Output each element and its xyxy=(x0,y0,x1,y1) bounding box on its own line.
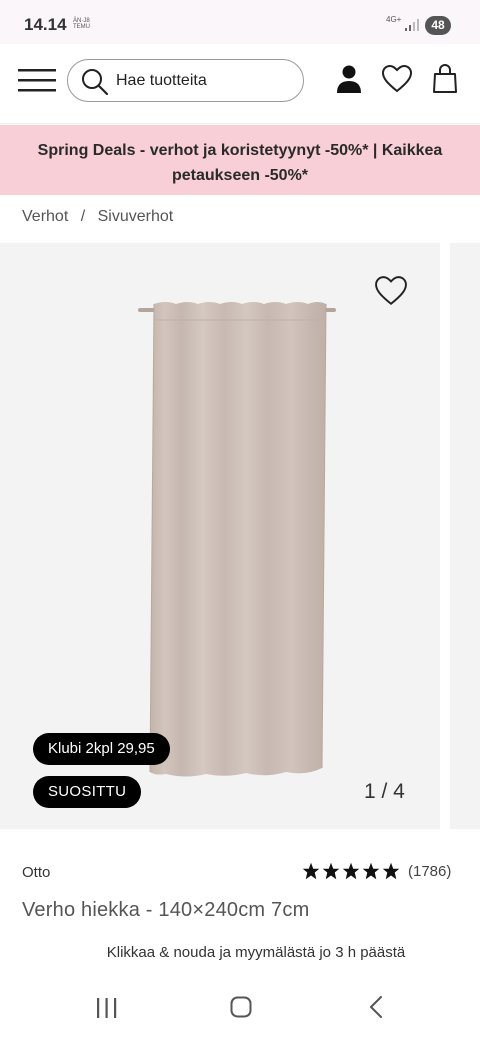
search-placeholder: Hae tuotteita xyxy=(116,72,207,89)
star-icon xyxy=(362,862,380,880)
next-image-peek[interactable] xyxy=(450,243,480,829)
promo-banner[interactable]: Spring Deals - verhot ja koristetyynyt -… xyxy=(0,125,480,195)
breadcrumb-item-sivuverhot[interactable]: Sivuverhot xyxy=(98,208,174,225)
rating-stars xyxy=(302,862,400,880)
signal-icon xyxy=(405,19,419,31)
popular-badge: SUOSITTU xyxy=(33,776,142,808)
breadcrumb: Verhot / Sivuverhot xyxy=(22,208,173,226)
pickup-info: Klikkaa & nouda ja myymälästä jo 3 h pää… xyxy=(106,944,406,961)
star-icon xyxy=(342,862,360,880)
back-icon[interactable] xyxy=(368,995,384,1019)
status-notification-icons: ÄN·J8 TEMU xyxy=(73,18,90,30)
status-bar: 14.14 ÄN·J8 TEMU 4G+ 48 xyxy=(0,0,480,44)
site-header: Hae tuotteita xyxy=(0,44,480,124)
home-icon[interactable] xyxy=(230,996,252,1018)
product-rating[interactable]: (1786) xyxy=(302,862,451,880)
network-type-label: 4G+ xyxy=(386,15,402,24)
battery-indicator: 48 xyxy=(425,16,451,35)
status-time: 14.14 xyxy=(24,15,67,34)
product-title: Verho hiekka - 140×240cm 7cm xyxy=(22,899,310,921)
star-icon xyxy=(382,862,400,880)
search-input[interactable]: Hae tuotteita xyxy=(67,59,304,102)
image-counter: 1 / 4 xyxy=(364,780,405,803)
shopping-bag-icon[interactable] xyxy=(432,63,458,95)
star-icon xyxy=(302,862,320,880)
breadcrumb-item-verhot[interactable]: Verhot xyxy=(22,208,68,225)
product-brand[interactable]: Otto xyxy=(22,864,50,881)
promo-text: Spring Deals - verhot ja koristetyynyt -… xyxy=(37,142,443,184)
system-nav-bar xyxy=(0,975,480,1040)
menu-icon[interactable] xyxy=(18,66,58,96)
club-price-badge: Klubi 2kpl 29,95 xyxy=(33,733,170,765)
recent-apps-icon[interactable] xyxy=(96,997,118,1019)
breadcrumb-separator: / xyxy=(80,208,86,225)
add-to-wishlist-heart-icon[interactable] xyxy=(375,276,407,306)
star-icon xyxy=(322,862,340,880)
product-image-curtain xyxy=(138,302,336,777)
review-count: (1786) xyxy=(408,862,452,880)
search-icon xyxy=(82,69,109,96)
heart-icon[interactable] xyxy=(382,65,412,93)
user-icon[interactable] xyxy=(336,64,362,94)
